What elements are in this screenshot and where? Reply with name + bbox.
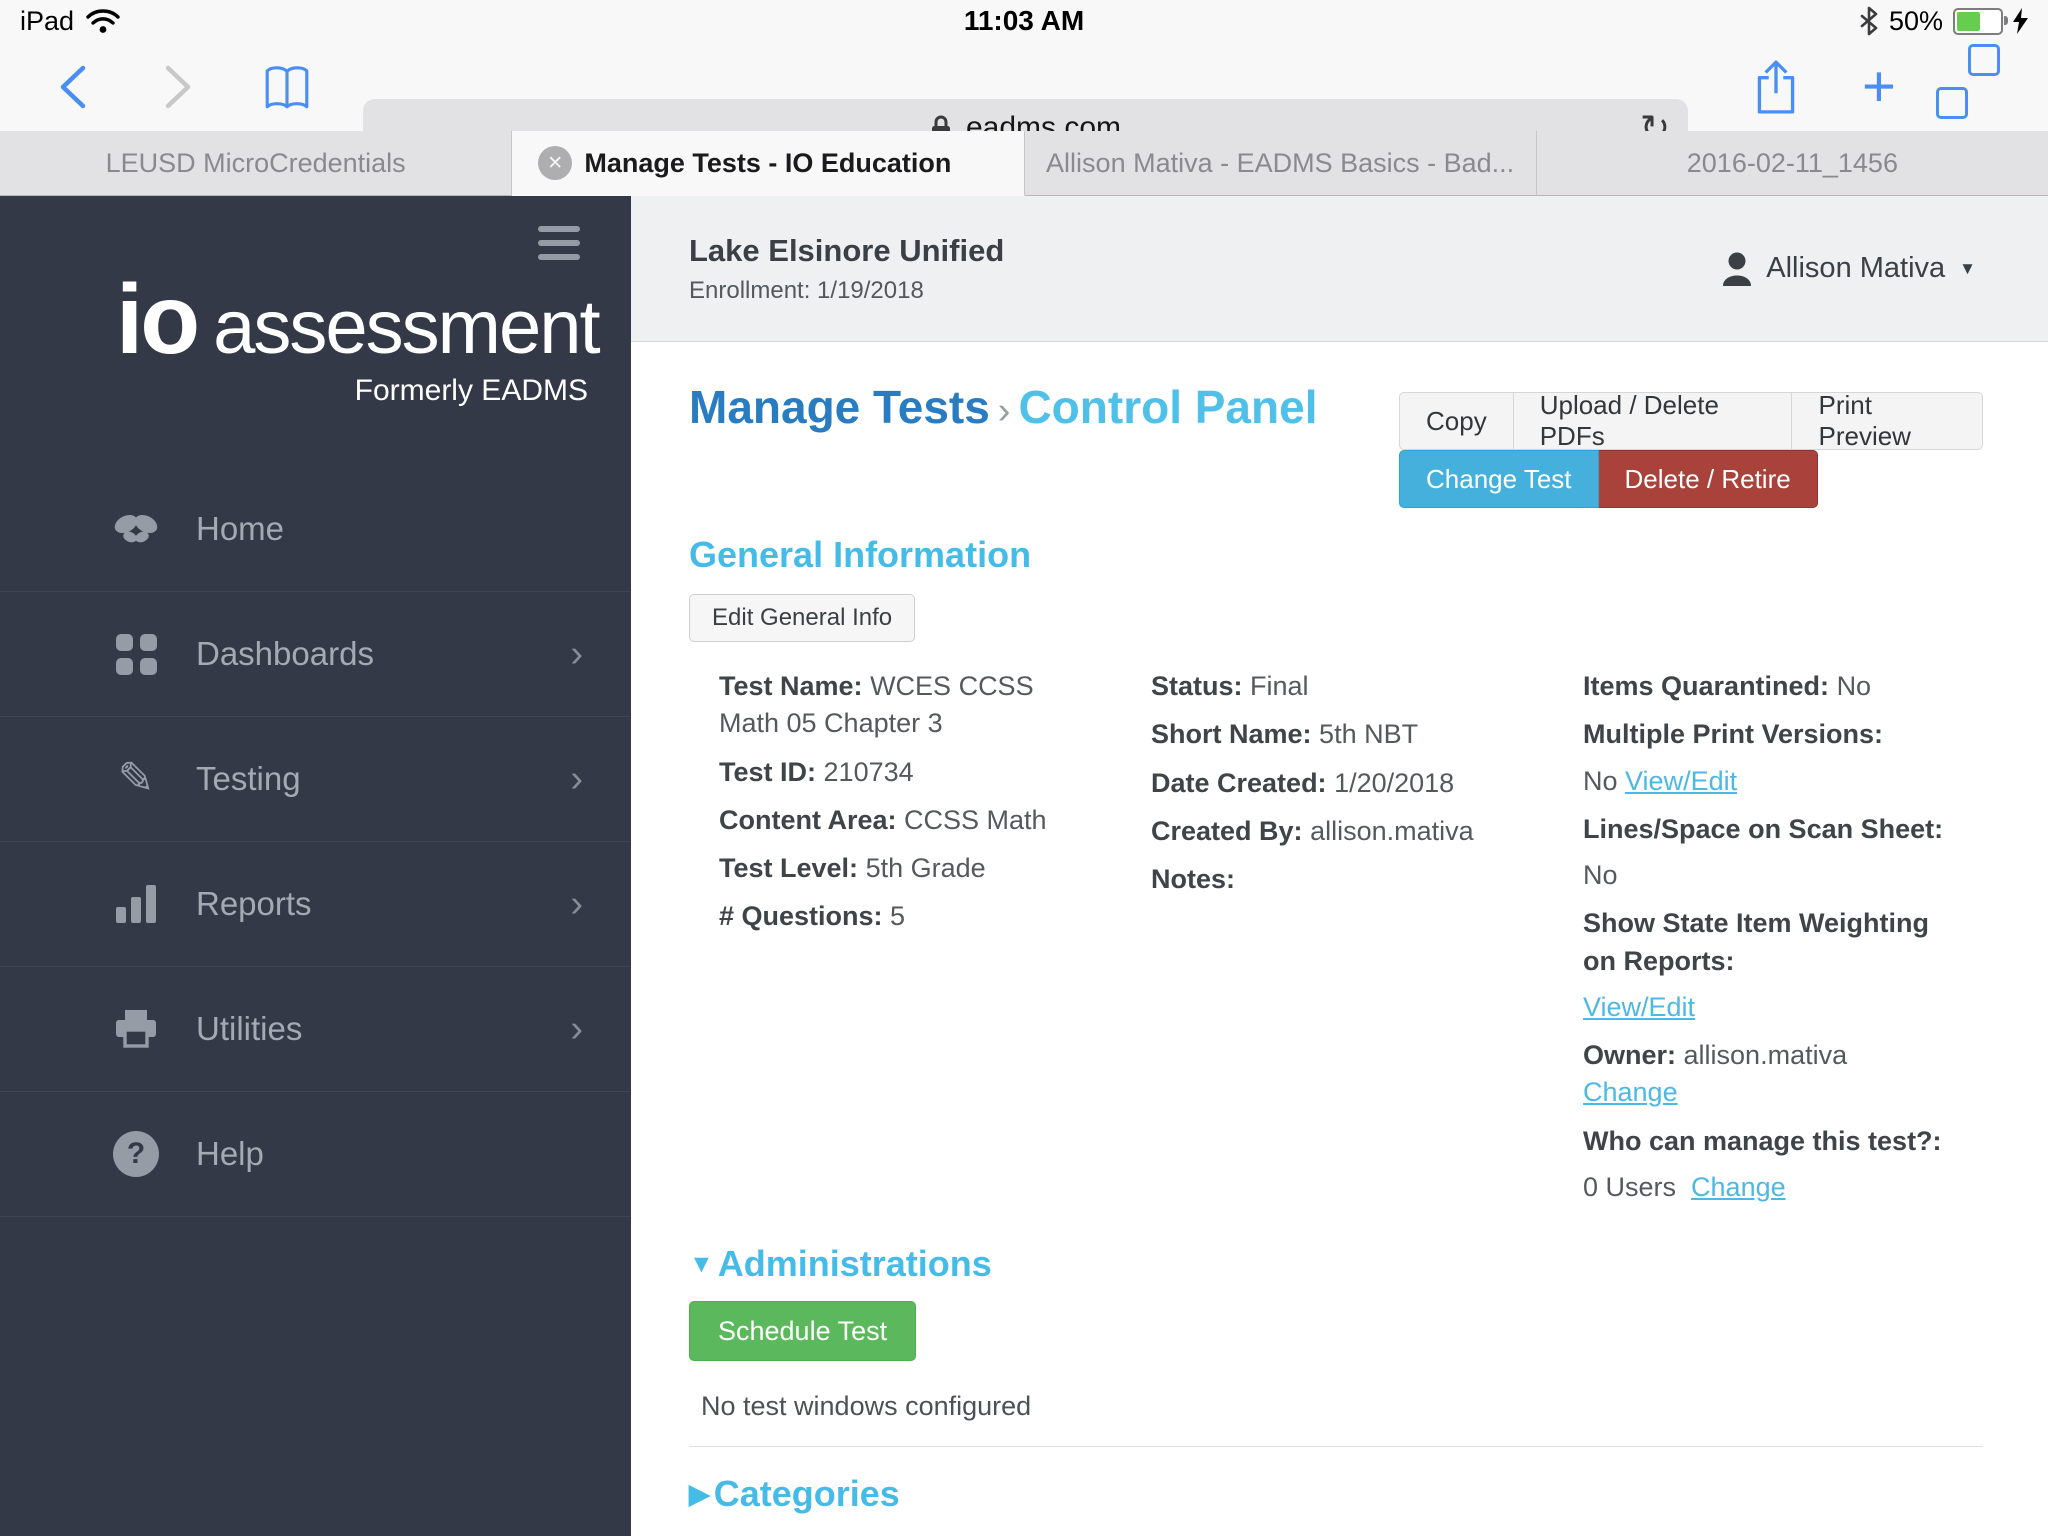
num-questions-field: # Questions: 5 bbox=[719, 898, 1091, 935]
content-area-field: Content Area: CCSS Math bbox=[719, 802, 1091, 839]
sidebar-item-home[interactable]: Home bbox=[0, 467, 631, 592]
bar-chart-icon bbox=[108, 885, 164, 923]
tab-manage-tests[interactable]: ✕ Manage Tests - IO Education bbox=[512, 131, 1024, 196]
sidebar: io assessment Formerly EADMS Hom bbox=[0, 196, 631, 1536]
created-by-field: Created By: allison.mativa bbox=[1151, 813, 1523, 850]
bookmarks-icon[interactable] bbox=[262, 62, 312, 112]
schedule-test-button[interactable]: Schedule Test bbox=[689, 1301, 916, 1361]
sidebar-item-label: Dashboards bbox=[196, 635, 570, 673]
sidebar-item-utilities[interactable]: Utilities › bbox=[0, 967, 631, 1092]
share-icon[interactable] bbox=[1752, 58, 1800, 116]
multiple-print-versions-field: Multiple Print Versions:No View/Edit bbox=[1583, 716, 1955, 800]
logo-assessment-text: assessment bbox=[213, 290, 599, 366]
date-created-field: Date Created: 1/20/2018 bbox=[1151, 765, 1523, 802]
sidebar-item-label: Reports bbox=[196, 885, 570, 923]
chevron-right-icon: › bbox=[570, 635, 583, 673]
tab-eadms-basics[interactable]: Allison Mativa - EADMS Basics - Bad... bbox=[1025, 131, 1537, 196]
test-level-field: Test Level: 5th Grade bbox=[719, 850, 1091, 887]
logo-tagline: Formerly EADMS bbox=[116, 374, 588, 408]
close-tab-icon[interactable]: ✕ bbox=[538, 146, 572, 180]
bluetooth-icon bbox=[1859, 6, 1879, 36]
battery-percent: 50% bbox=[1889, 6, 1943, 37]
page-title: Manage Tests›Control Panel bbox=[689, 382, 1329, 433]
chevron-right-icon: › bbox=[570, 760, 583, 798]
forward-icon[interactable] bbox=[163, 63, 193, 111]
no-test-windows-text: No test windows configured bbox=[701, 1391, 1983, 1422]
view-edit-link[interactable]: View/Edit bbox=[1625, 766, 1737, 796]
battery-icon bbox=[1953, 8, 2003, 35]
question-icon: ? bbox=[108, 1131, 164, 1177]
general-info-col3: Items Quarantined: No Multiple Print Ver… bbox=[1583, 668, 1983, 1217]
change-managers-link[interactable]: Change bbox=[1691, 1172, 1786, 1202]
back-icon[interactable] bbox=[58, 63, 88, 111]
charging-bolt-icon bbox=[2013, 8, 2028, 34]
who-can-manage-field: Who can manage this test?:0 Users Change bbox=[1583, 1123, 1955, 1207]
administrations-heading[interactable]: ▼Administrations bbox=[689, 1243, 1983, 1285]
sidebar-item-reports[interactable]: Reports › bbox=[0, 842, 631, 967]
state-item-weighting-field: Show State Item Weighting on Reports:Vie… bbox=[1583, 905, 1955, 1026]
test-name-field: Test Name: WCES CCSS Math 05 Chapter 3 bbox=[719, 668, 1091, 743]
status-bar: iPad 11:03 AM 50% bbox=[0, 0, 2048, 42]
categories-heading[interactable]: ▶Categories bbox=[689, 1473, 1983, 1515]
print-preview-button[interactable]: Print Preview bbox=[1791, 392, 1983, 450]
dropdown-arrow-icon: ▼ bbox=[1959, 259, 1976, 279]
new-tab-icon[interactable]: + bbox=[1862, 58, 1896, 116]
general-info-grid: Test Name: WCES CCSS Math 05 Chapter 3 T… bbox=[719, 668, 1983, 1217]
sidebar-item-label: Testing bbox=[196, 760, 570, 798]
district-header: Lake Elsinore Unified Enrollment: 1/19/2… bbox=[631, 196, 2048, 342]
menu-toggle-icon[interactable] bbox=[538, 226, 580, 268]
lines-space-field: Lines/Space on Scan Sheet:No bbox=[1583, 811, 1955, 895]
sidebar-nav: Home Dashboards › ✎ Testing › bbox=[0, 467, 631, 1217]
general-info-col2: Status: Final Short Name: 5th NBT Date C… bbox=[1151, 668, 1583, 1217]
delete-retire-button[interactable]: Delete / Retire bbox=[1599, 450, 1818, 508]
printer-icon bbox=[108, 1008, 164, 1050]
tab-bar: LEUSD MicroCredentials ✕ Manage Tests - … bbox=[0, 131, 2048, 196]
clock: 11:03 AM bbox=[0, 5, 2048, 37]
status-field: Status: Final bbox=[1151, 668, 1523, 705]
chevron-right-icon: › bbox=[570, 1010, 583, 1048]
sidebar-item-label: Utilities bbox=[196, 1010, 570, 1048]
short-name-field: Short Name: 5th NBT bbox=[1151, 716, 1523, 753]
upload-delete-pdfs-button[interactable]: Upload / Delete PDFs bbox=[1513, 392, 1792, 450]
copy-button[interactable]: Copy bbox=[1399, 392, 1513, 450]
breadcrumb-current: Control Panel bbox=[1018, 381, 1317, 433]
expand-triangle-icon: ▶ bbox=[689, 1481, 710, 1508]
breadcrumb-root[interactable]: Manage Tests bbox=[689, 381, 990, 433]
collapse-triangle-icon: ▼ bbox=[689, 1252, 714, 1277]
change-test-button[interactable]: Change Test bbox=[1399, 450, 1599, 508]
notes-field: Notes: bbox=[1151, 861, 1523, 898]
items-quarantined-field: Items Quarantined: No bbox=[1583, 668, 1955, 705]
pencil-icon: ✎ bbox=[108, 757, 164, 801]
user-name: Allison Mativa bbox=[1766, 252, 1945, 285]
breadcrumb-separator-icon: › bbox=[990, 390, 1019, 432]
browser-toolbar: eadms.com ↻ + bbox=[0, 42, 2048, 131]
test-action-buttons: Copy Upload / Delete PDFs Print Preview … bbox=[1399, 392, 1983, 508]
general-info-col1: Test Name: WCES CCSS Math 05 Chapter 3 T… bbox=[719, 668, 1151, 1217]
butterfly-icon bbox=[108, 511, 164, 547]
app-window: io assessment Formerly EADMS Hom bbox=[0, 196, 2048, 1536]
sidebar-item-label: Help bbox=[196, 1135, 583, 1173]
user-icon bbox=[1722, 252, 1752, 286]
logo-io-text: io bbox=[116, 270, 197, 368]
tab-leusd-microcredentials[interactable]: LEUSD MicroCredentials bbox=[0, 131, 512, 196]
io-assessment-logo: io assessment Formerly EADMS bbox=[116, 270, 588, 408]
user-menu[interactable]: Allison Mativa ▼ bbox=[1722, 252, 1976, 286]
section-divider bbox=[689, 1446, 1983, 1447]
dashboard-grid-icon bbox=[108, 634, 164, 675]
tab-2016-02-11[interactable]: 2016-02-11_1456 bbox=[1537, 131, 2048, 196]
ipad-screen: iPad 11:03 AM 50% bbox=[0, 0, 2048, 1536]
edit-general-info-button[interactable]: Edit General Info bbox=[689, 594, 915, 642]
owner-field: Owner: allison.mativa Change bbox=[1583, 1037, 1955, 1112]
test-id-field: Test ID: 210734 bbox=[719, 754, 1091, 791]
control-panel-page: Manage Tests›Control Panel Copy Upload /… bbox=[631, 342, 2048, 1536]
chevron-right-icon: › bbox=[570, 885, 583, 923]
sidebar-item-label: Home bbox=[196, 510, 583, 548]
sidebar-item-testing[interactable]: ✎ Testing › bbox=[0, 717, 631, 842]
main-content: Lake Elsinore Unified Enrollment: 1/19/2… bbox=[631, 196, 2048, 1536]
sidebar-item-help[interactable]: ? Help bbox=[0, 1092, 631, 1217]
view-edit-link[interactable]: View/Edit bbox=[1583, 992, 1695, 1022]
sidebar-item-dashboards[interactable]: Dashboards › bbox=[0, 592, 631, 717]
change-owner-link[interactable]: Change bbox=[1583, 1077, 1678, 1107]
general-information-heading: General Information bbox=[689, 534, 1983, 576]
